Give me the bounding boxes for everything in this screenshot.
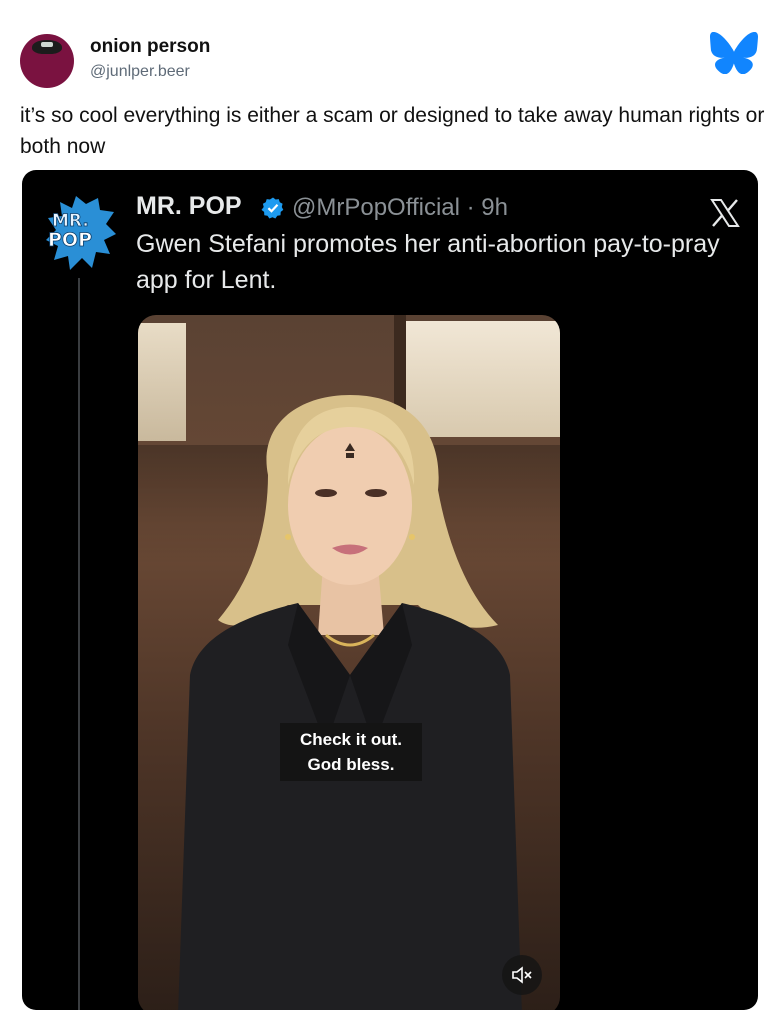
mute-button[interactable] [502, 955, 542, 995]
verified-badge-icon [261, 197, 284, 219]
mr-pop-logo: MR. POP [46, 196, 116, 270]
logo-text-bottom: POP [48, 229, 92, 251]
x-logo-icon [710, 199, 740, 227]
embed-tweet-text: Gwen Stefani promotes her anti-abortion … [136, 230, 720, 294]
speaker-muted-icon [512, 966, 532, 984]
avatar[interactable] [20, 34, 74, 88]
video-caption: Check it out. God bless. [280, 723, 422, 781]
embed-handle-time[interactable]: @MrPopOfficial · 9h [292, 194, 508, 222]
display-name[interactable]: onion person [90, 36, 210, 58]
caption-line-1: Check it out. [299, 730, 402, 749]
thread-line [78, 278, 80, 1010]
video-person [178, 395, 522, 1010]
post-card: onion person @junlper.beer it’s so cool … [0, 0, 780, 1010]
user-handle[interactable]: @junlper.beer [90, 63, 190, 81]
embed-display-name[interactable]: MR. POP [136, 192, 242, 221]
video-player[interactable]: Check it out. God bless. [138, 315, 560, 1010]
embedded-screenshot[interactable]: MR. POP MR. POP @MrPopOfficial · 9h Gwen… [22, 170, 758, 1010]
logo-text-top: MR. [52, 211, 89, 231]
caption-line-2: God bless. [307, 755, 395, 774]
post-text: it’s so cool everything is either a scam… [20, 104, 765, 158]
butterfly-icon [710, 32, 758, 74]
avatar-cap-icon [32, 40, 62, 54]
